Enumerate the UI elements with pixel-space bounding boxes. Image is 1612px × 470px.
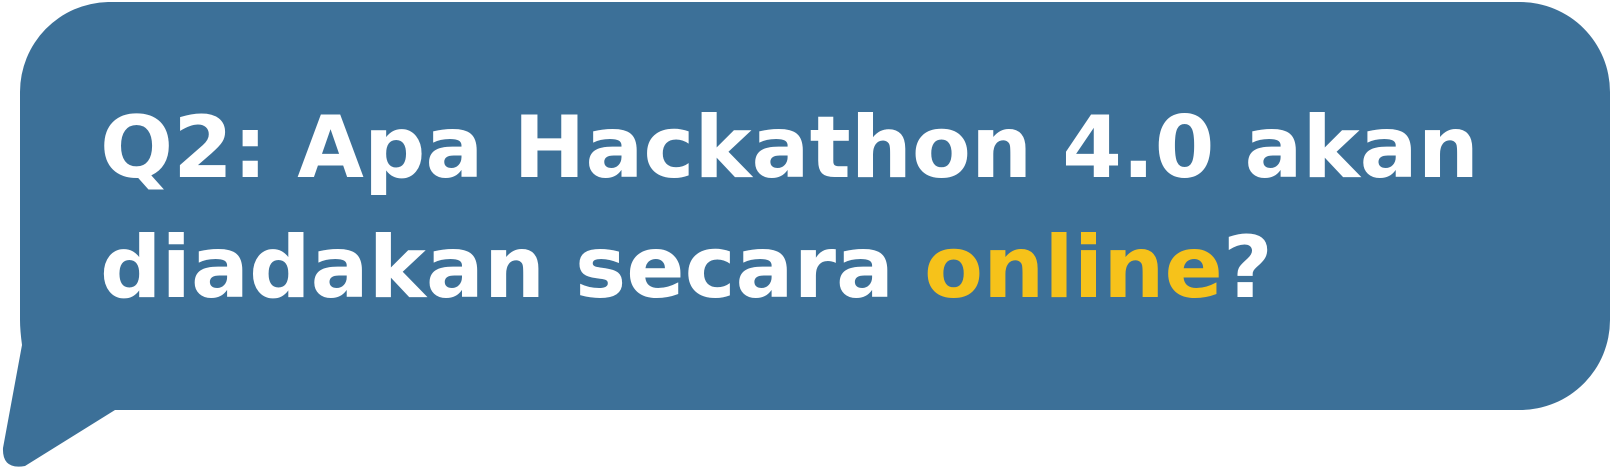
question-mark: ? bbox=[1222, 218, 1273, 318]
question-line-1: Q2: Apa Hackathon 4.0 akan bbox=[100, 98, 1479, 198]
question-line-2-start: diadakan secara bbox=[100, 218, 924, 318]
speech-bubble-graphic: Q2: Apa Hackathon 4.0 akan diadakan seca… bbox=[0, 0, 1612, 470]
highlight-word: online bbox=[923, 218, 1223, 318]
question-text: Q2: Apa Hackathon 4.0 akan diadakan seca… bbox=[100, 88, 1500, 328]
